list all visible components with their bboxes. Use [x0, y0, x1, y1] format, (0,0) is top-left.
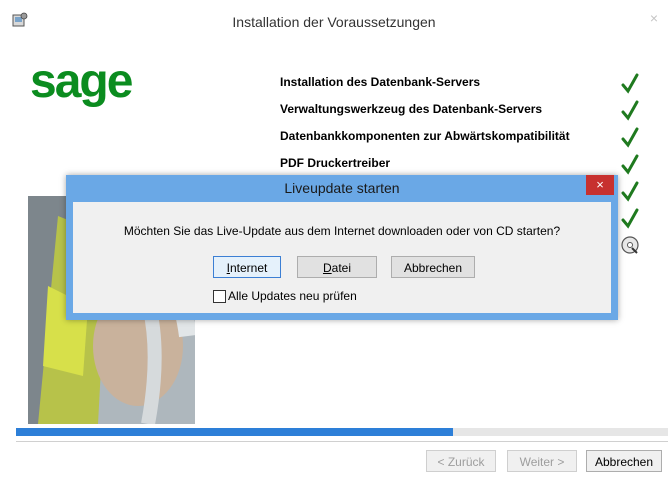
install-progress-fill — [16, 428, 453, 436]
checkmark-icon — [621, 127, 639, 148]
dialog-close-button[interactable]: × — [586, 175, 614, 195]
dialog-body: Möchten Sie das Live-Update aus dem Inte… — [73, 202, 611, 313]
step-item: Datenbankkomponenten zur Abwärtskompatib… — [280, 126, 640, 153]
checkmark-icon — [621, 181, 639, 202]
window-title: Installation der Voraussetzungen — [232, 14, 436, 30]
sage-logo: sage — [30, 55, 133, 108]
title-bar: Installation der Voraussetzungen × — [0, 0, 668, 40]
liveupdate-dialog: Liveupdate starten × Möchten Sie das Liv… — [66, 175, 618, 320]
next-button[interactable]: Weiter > — [507, 450, 577, 472]
step-item: Installation des Datenbank-Servers — [280, 72, 640, 99]
datei-label: atei — [331, 261, 352, 275]
internet-button[interactable]: Internet — [213, 256, 281, 278]
datei-button[interactable]: Datei — [297, 256, 377, 278]
step-label: Verwaltungswerkzeug des Datenbank-Server… — [280, 102, 543, 116]
install-progress-bar — [16, 428, 668, 436]
checkmark-icon — [621, 208, 639, 229]
dialog-message: Möchten Sie das Live-Update aus dem Inte… — [123, 224, 561, 238]
dialog-title: Liveupdate starten — [284, 180, 400, 196]
checkmark-icon — [621, 154, 639, 175]
recheck-updates-label: Alle Updates neu prüfen — [228, 289, 357, 303]
checkmark-icon — [621, 100, 639, 121]
recheck-updates-checkbox[interactable] — [213, 290, 226, 303]
step-item: Verwaltungswerkzeug des Datenbank-Server… — [280, 99, 640, 126]
step-label: PDF Druckertreiber — [280, 156, 391, 170]
back-button[interactable]: < Zurück — [426, 450, 496, 472]
step-label: Datenbankkomponenten zur Abwärtskompatib… — [280, 129, 570, 143]
divider — [16, 441, 668, 442]
cd-install-icon — [621, 236, 639, 254]
checkmark-icon — [621, 73, 639, 94]
cancel-button[interactable]: Abbrechen — [586, 450, 662, 472]
window-close-button[interactable]: × — [644, 8, 664, 28]
datei-accesskey: D — [322, 261, 332, 275]
internet-label: nternet — [229, 261, 268, 275]
step-label: Installation des Datenbank-Servers — [280, 75, 481, 89]
dialog-cancel-button[interactable]: Abbrechen — [391, 256, 475, 278]
